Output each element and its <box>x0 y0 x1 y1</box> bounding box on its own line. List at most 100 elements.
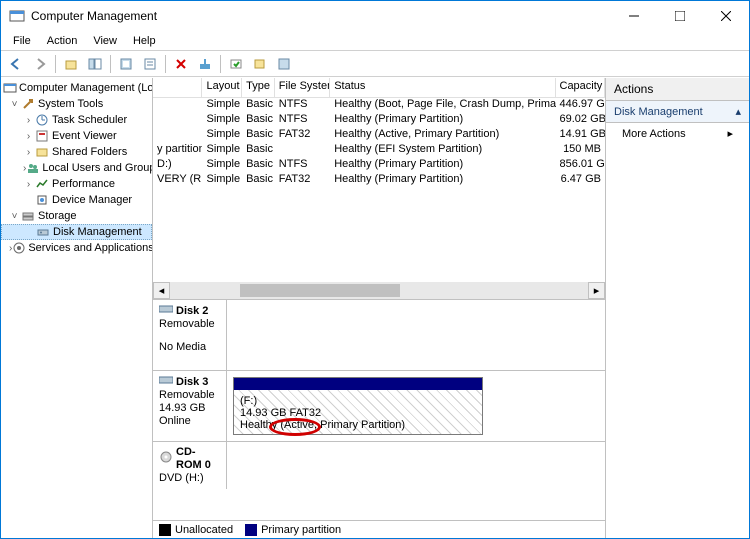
services-icon <box>12 240 26 256</box>
menubar: File Action View Help <box>1 31 749 51</box>
collapse-icon[interactable]: ▴ <box>735 105 741 118</box>
tree-label: Local Users and Groups <box>42 162 153 174</box>
disk-type: Removable <box>159 318 220 331</box>
expand-icon[interactable]: › <box>23 115 34 126</box>
cell-cap: 446.97 GB <box>556 98 605 113</box>
maximize-button[interactable] <box>657 1 703 31</box>
partition-size: 14.93 GB FAT32 <box>240 407 476 419</box>
back-button[interactable] <box>5 53 27 75</box>
disk-size: 14.93 GB <box>159 402 220 415</box>
minimize-button[interactable] <box>611 1 657 31</box>
disk-name: CD-ROM 0 <box>176 446 220 472</box>
cell-type: Basic <box>242 158 275 173</box>
scroll-right-button[interactable]: ▸ <box>588 282 605 299</box>
cell-status: Healthy (Primary Partition) <box>330 158 555 173</box>
volume-row[interactable]: D:)SimpleBasicNTFSHealthy (Primary Parti… <box>153 158 605 173</box>
horizontal-scrollbar[interactable]: ◂ ▸ <box>153 282 605 299</box>
disk-graphical-view[interactable]: Disk 2 Removable No Media Disk 3 Removab… <box>153 300 605 520</box>
toolbar <box>1 51 749 77</box>
action1-button[interactable] <box>225 53 247 75</box>
cell-status: Healthy (EFI System Partition) <box>330 143 555 158</box>
tree-event-viewer[interactable]: ›Event Viewer <box>1 128 152 144</box>
close-button[interactable] <box>703 1 749 31</box>
volume-row[interactable]: VERY (R:)SimpleBasicFAT32Healthy (Primar… <box>153 173 605 188</box>
collapse-icon[interactable]: ˅ <box>9 211 20 222</box>
tree-label: Performance <box>52 178 115 190</box>
delete-button[interactable] <box>170 53 192 75</box>
tree-label: Computer Management (Local <box>19 82 153 94</box>
volume-row[interactable]: SimpleBasicNTFSHealthy (Boot, Page File,… <box>153 98 605 113</box>
tree-performance[interactable]: › Performance <box>1 176 152 192</box>
tree-disk-management[interactable]: Disk Management <box>1 224 152 240</box>
menu-help[interactable]: Help <box>125 33 164 49</box>
properties-button[interactable] <box>139 53 161 75</box>
tree-label: Storage <box>38 210 77 222</box>
col-capacity[interactable]: Capacity <box>556 78 605 97</box>
tree-shared-folders[interactable]: ›Shared Folders <box>1 144 152 160</box>
disk-icon <box>35 224 51 240</box>
actions-header: Actions <box>606 78 749 101</box>
actions-more[interactable]: More Actions ▸ <box>606 123 749 144</box>
titlebar: Computer Management <box>1 1 749 31</box>
tree-storage[interactable]: ˅ Storage <box>1 208 152 224</box>
cell-layout: Simple <box>202 158 242 173</box>
volume-row[interactable]: SimpleBasicFAT32Healthy (Active, Primary… <box>153 128 605 143</box>
partition-status: Healthy (Active, Primary Partition) <box>240 419 476 431</box>
scroll-thumb[interactable] <box>240 284 400 297</box>
partition-f[interactable]: (F:) 14.93 GB FAT32 Healthy (Active, Pri… <box>233 377 483 435</box>
tree-label: System Tools <box>38 98 103 110</box>
cell-vol: D:) <box>153 158 202 173</box>
col-volume[interactable] <box>153 78 202 97</box>
menu-file[interactable]: File <box>5 33 39 49</box>
col-status[interactable]: Status <box>330 78 555 97</box>
col-filesystem[interactable]: File System <box>275 78 330 97</box>
col-type[interactable]: Type <box>242 78 275 97</box>
cell-vol <box>153 113 202 128</box>
action2-button[interactable] <box>249 53 271 75</box>
tree-local-users[interactable]: ›Local Users and Groups <box>1 160 152 176</box>
cell-layout: Simple <box>202 98 242 113</box>
volume-row[interactable]: SimpleBasicNTFSHealthy (Primary Partitio… <box>153 113 605 128</box>
tree-device-manager[interactable]: Device Manager <box>1 192 152 208</box>
performance-icon <box>34 176 50 192</box>
tree-system-tools[interactable]: ˅ System Tools <box>1 96 152 112</box>
disk-info: Disk 2 Removable No Media <box>153 300 227 370</box>
disk-icon <box>159 304 173 318</box>
scroll-left-button[interactable]: ◂ <box>153 282 170 299</box>
volume-row[interactable]: y partition 1)SimpleBasicHealthy (EFI Sy… <box>153 143 605 158</box>
scroll-track[interactable] <box>170 282 588 299</box>
tree-root[interactable]: Computer Management (Local <box>1 80 152 96</box>
action3-button[interactable] <box>273 53 295 75</box>
settings-button[interactable] <box>194 53 216 75</box>
cell-layout: Simple <box>202 143 242 158</box>
disk-row-disk3[interactable]: Disk 3 Removable 14.93 GB Online (F:) 14… <box>153 371 605 442</box>
users-icon <box>26 160 40 176</box>
show-hide-button[interactable] <box>84 53 106 75</box>
actions-section[interactable]: Disk Management ▴ <box>606 101 749 123</box>
col-layout[interactable]: Layout <box>202 78 242 97</box>
collapse-icon[interactable]: ˅ <box>9 99 20 110</box>
legend: Unallocated Primary partition <box>153 520 605 538</box>
volume-header[interactable]: Layout Type File System Status Capacity <box>153 78 605 98</box>
cell-cap: 69.02 GB <box>556 113 605 128</box>
chevron-right-icon: ▸ <box>727 127 733 140</box>
expand-icon[interactable]: › <box>23 179 34 190</box>
expand-icon[interactable]: › <box>23 131 34 142</box>
up-button[interactable] <box>60 53 82 75</box>
expand-icon[interactable]: › <box>23 147 34 158</box>
folder-icon <box>34 144 50 160</box>
legend-primary-label: Primary partition <box>261 524 341 536</box>
disk-row-disk2[interactable]: Disk 2 Removable No Media <box>153 300 605 371</box>
tree-services[interactable]: ›Services and Applications <box>1 240 152 256</box>
event-icon <box>34 128 50 144</box>
forward-button[interactable] <box>29 53 51 75</box>
volume-list[interactable]: Layout Type File System Status Capacity … <box>153 78 605 300</box>
menu-view[interactable]: View <box>85 33 125 49</box>
cell-type: Basic <box>242 143 275 158</box>
menu-action[interactable]: Action <box>39 33 86 49</box>
disk-icon <box>159 375 173 389</box>
refresh-button[interactable] <box>115 53 137 75</box>
disk-row-cdrom[interactable]: CD-ROM 0 DVD (H:) <box>153 442 605 489</box>
tree-task-scheduler[interactable]: ›Task Scheduler <box>1 112 152 128</box>
nav-tree[interactable]: Computer Management (Local ˅ System Tool… <box>1 78 153 538</box>
